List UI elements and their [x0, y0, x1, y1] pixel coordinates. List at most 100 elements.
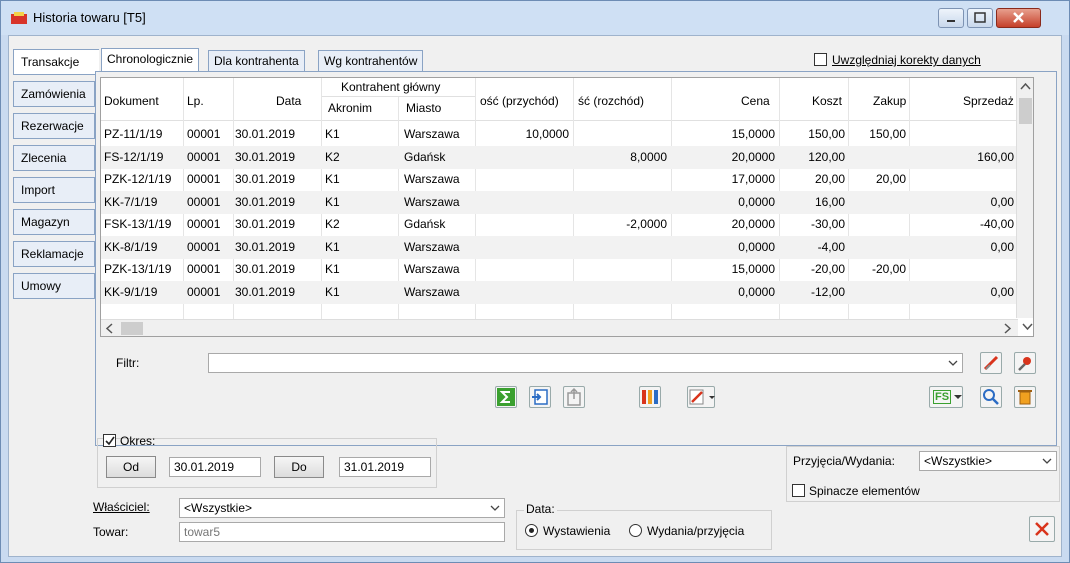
maximize-button[interactable] — [967, 8, 993, 28]
close-icon — [1035, 522, 1049, 536]
history-grid: Dokument Lp. Data Kontrahent główny Akro… — [100, 77, 1034, 337]
wlasciciel-select[interactable]: <Wszystkie> — [179, 498, 505, 518]
col-lp[interactable]: Lp. — [187, 94, 204, 108]
cell-sprz: 0,00 — [990, 194, 1014, 209]
table-row[interactable]: FSK-13/1/19 00001 30.01.2019 K2 Gdańsk -2,000… — [101, 213, 1021, 236]
cell-data: 30.01.2019 — [235, 172, 296, 186]
col-cena[interactable]: Cena — [741, 94, 770, 108]
col-przychod[interactable]: ość (przychód) — [480, 94, 559, 108]
close-button[interactable] — [1029, 516, 1055, 542]
filter-label: Filtr: — [116, 356, 140, 370]
columns-icon — [642, 390, 658, 404]
table-row[interactable]: FS-12/1/19 00001 30.01.2019 K2 Gdańsk 8,0000 2… — [101, 145, 1021, 169]
cell-miasto: Warszawa — [404, 284, 460, 299]
col-rozchod[interactable]: ść (rozchód) — [578, 94, 644, 108]
cell-data: 30.01.2019 — [235, 239, 296, 254]
side-tab-import[interactable]: Import — [13, 177, 95, 203]
side-tab-magazyn[interactable]: Magazyn — [13, 209, 95, 235]
side-tab-zamowienia[interactable]: Zamówienia — [13, 81, 95, 107]
spinacze-checkbox[interactable] — [792, 484, 805, 497]
col-zakup[interactable]: Zakup — [873, 94, 906, 108]
cell-koszt: 20,00 — [814, 172, 845, 186]
side-tab-umowy[interactable]: Umowy — [13, 273, 95, 299]
tab-chronologicznie[interactable]: Chronologicznie — [101, 48, 200, 72]
columns-button[interactable] — [639, 386, 661, 408]
od-date-input[interactable]: 30.01.2019 — [169, 457, 261, 477]
scroll-up-icon[interactable] — [1017, 78, 1034, 95]
korekty-checkbox[interactable] — [814, 53, 827, 66]
tab-dla-kontrahenta[interactable]: Dla kontrahenta — [208, 50, 305, 72]
cell-zakup: -20,00 — [871, 262, 906, 276]
filter-input[interactable] — [208, 353, 963, 373]
side-tab-rezerwacje[interactable]: Rezerwacje — [13, 113, 95, 139]
do-button[interactable]: Do — [274, 456, 324, 478]
towar-input[interactable]: towar5 — [179, 522, 505, 542]
col-dokument[interactable]: Dokument — [104, 94, 159, 108]
side-tab-reklamacje[interactable]: Reklamacje — [13, 241, 95, 267]
cell-data: 30.01.2019 — [235, 149, 296, 164]
scroll-left-icon[interactable] — [101, 320, 118, 337]
maximize-icon — [974, 12, 986, 23]
table-row[interactable]: PZK-13/1/19 00001 30.01.2019 K1 Warszawa 15,0… — [101, 258, 1021, 281]
minimize-button[interactable] — [938, 8, 964, 28]
wystawienia-label: Wystawienia — [543, 524, 611, 538]
towar-value: towar5 — [184, 525, 221, 539]
cell-lp: 00001 — [187, 262, 221, 276]
cell-sprz: 0,00 — [990, 239, 1014, 254]
edit-menu-button[interactable] — [687, 386, 715, 408]
scroll-right-icon[interactable] — [999, 320, 1016, 337]
vertical-scrollbar[interactable] — [1016, 78, 1033, 318]
table-row[interactable]: KK-9/1/19 00001 30.01.2019 K1 Warszawa 0,0000… — [101, 280, 1021, 304]
col-data[interactable]: Data — [276, 94, 301, 108]
vertical-scroll-thumb[interactable] — [1019, 98, 1032, 124]
cell-akr: K2 — [325, 217, 340, 231]
filter-dropdown-icon[interactable] — [944, 354, 962, 372]
table-row[interactable]: KK-8/1/19 00001 30.01.2019 K1 Warszawa 0,0000… — [101, 235, 1021, 259]
minimize-icon — [947, 20, 955, 22]
cell-sprz: -40,00 — [979, 217, 1014, 231]
przyjecia-label: Przyjęcia/Wydania: — [793, 454, 895, 468]
filter-settings-button[interactable] — [1014, 352, 1036, 374]
cell-koszt: 120,00 — [808, 149, 845, 164]
cell-data: 30.01.2019 — [235, 262, 296, 276]
cell-roz: 8,0000 — [630, 149, 667, 164]
edit-icon — [689, 389, 715, 405]
horizontal-scroll-thumb[interactable] — [121, 322, 143, 335]
import-button[interactable] — [529, 386, 551, 408]
cell-lp: 00001 — [187, 284, 221, 299]
side-tab-transakcje[interactable]: Transakcje — [13, 49, 99, 75]
table-row[interactable]: PZ-11/1/19 00001 30.01.2019 K1 Warszawa 10,00… — [101, 123, 1021, 146]
table-row[interactable]: PZK-12/1/19 00001 30.01.2019 K1 Warszawa 17,0… — [101, 168, 1021, 191]
wydania-radio[interactable] — [629, 524, 642, 537]
do-date-input[interactable]: 31.01.2019 — [339, 457, 431, 477]
cell-koszt: 150,00 — [808, 127, 845, 141]
cell-dok: PZK-12/1/19 — [104, 172, 172, 186]
od-button[interactable]: Od — [106, 456, 156, 478]
close-window-button[interactable] — [996, 8, 1041, 28]
horizontal-scrollbar[interactable] — [101, 319, 1018, 336]
scroll-down-icon[interactable] — [1019, 318, 1034, 335]
col-akronim[interactable]: Akronim — [328, 101, 372, 115]
przyjecia-select[interactable]: <Wszystkie> — [919, 451, 1057, 471]
tab-wg-kontrahentow[interactable]: Wg kontrahentów — [318, 50, 424, 72]
sum-button[interactable] — [495, 386, 517, 408]
col-miasto[interactable]: Miasto — [406, 101, 441, 115]
cell-roz: -2,0000 — [626, 217, 667, 231]
cell-cena: 17,0000 — [731, 172, 775, 186]
cell-sprz: 160,00 — [977, 149, 1014, 164]
search-button[interactable] — [980, 386, 1002, 408]
fs-menu-button[interactable]: FS — [929, 386, 963, 408]
clear-filter-button[interactable] — [980, 352, 1002, 374]
cell-miasto: Warszawa — [404, 239, 460, 254]
wystawienia-radio[interactable] — [525, 524, 538, 537]
cell-miasto: Warszawa — [404, 127, 460, 141]
cell-lp: 00001 — [187, 239, 221, 254]
delete-button[interactable] — [1014, 386, 1036, 408]
okres-checkbox[interactable] — [103, 434, 116, 447]
side-tab-zlecenia[interactable]: Zlecenia — [13, 145, 95, 171]
export-button[interactable] — [563, 386, 585, 408]
do-date-value: 31.01.2019 — [344, 460, 405, 474]
table-row[interactable]: KK-7/1/19 00001 30.01.2019 K1 Warszawa 0,0000… — [101, 190, 1021, 214]
col-sprzedaz[interactable]: Sprzedaż — [963, 94, 1014, 108]
col-koszt[interactable]: Koszt — [812, 94, 842, 108]
